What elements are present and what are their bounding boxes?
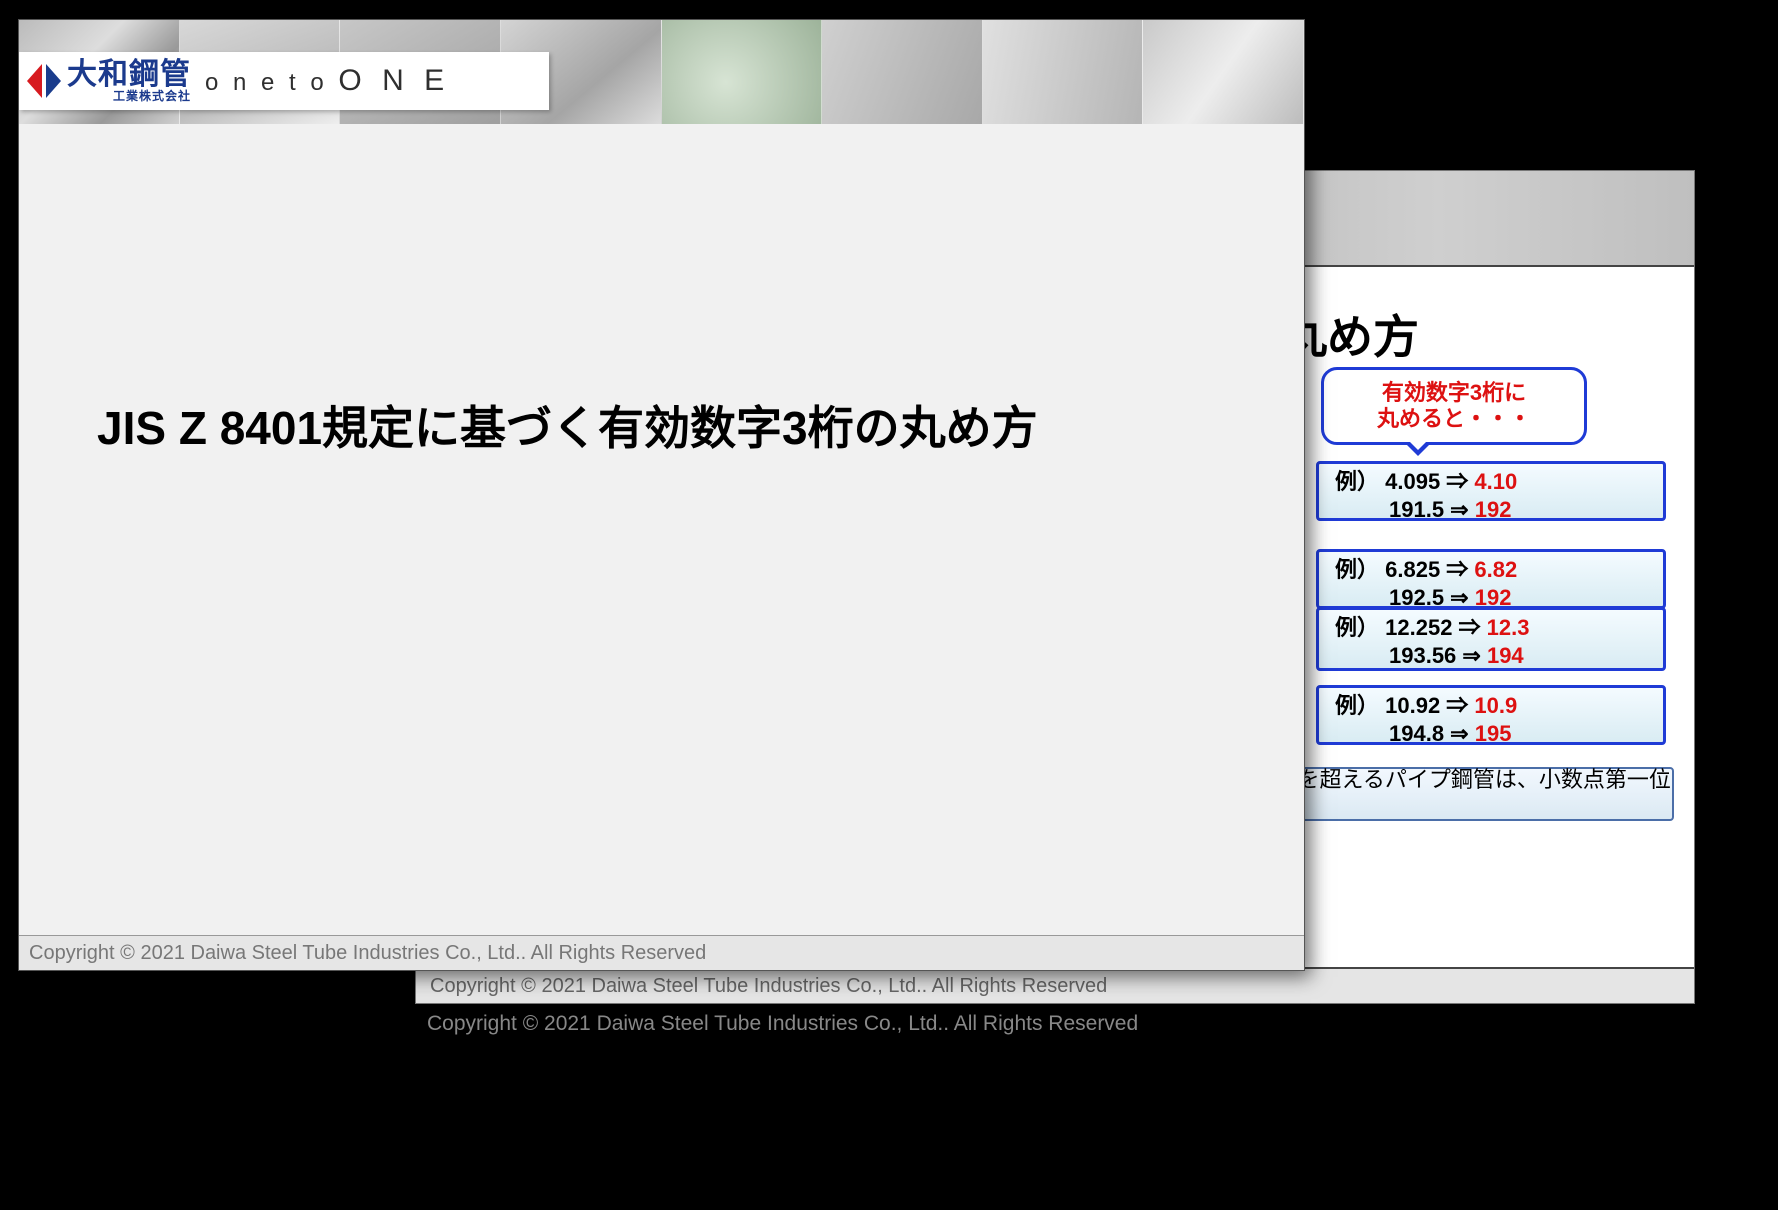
front-body: JIS Z 8401規定に基づく有効数字3桁の丸め方 xyxy=(19,124,1304,936)
company-name-jp: 大和鋼管 xyxy=(67,60,191,90)
bubble-line2: 丸めると・・・ xyxy=(1324,406,1584,432)
example-box-2: 例） 6.825 ⇒ 6.82 192.5 ⇒ 192 xyxy=(1316,549,1666,609)
example-label: 例） xyxy=(1335,615,1379,640)
example-result: 10.9 xyxy=(1474,693,1517,718)
back-copyright-bar: Copyright © 2021 Daiwa Steel Tube Indust… xyxy=(416,967,1694,1003)
tagline: o n e t o O N E xyxy=(205,64,450,98)
copyright-text: Copyright © 2021 Daiwa Steel Tube Indust… xyxy=(29,942,706,965)
header-photo xyxy=(662,20,823,124)
back-copyright-outer: Copyright © 2021 Daiwa Steel Tube Indust… xyxy=(427,1012,1138,1036)
example-result: 6.82 xyxy=(1474,557,1517,582)
example-input: 6.825 ⇒ xyxy=(1385,557,1474,582)
example-input: 10.92 ⇒ xyxy=(1385,693,1474,718)
company-logo-text: 大和鋼管 工業株式会社 xyxy=(67,60,191,102)
example-result: 194 xyxy=(1487,643,1524,668)
example-label: 例） xyxy=(1335,693,1379,718)
example-input: 192.5 ⇒ xyxy=(1389,585,1475,610)
example-label: 例） xyxy=(1335,557,1379,582)
example-box-3: 例） 12.252 ⇒ 12.3 193.56 ⇒ 194 xyxy=(1316,607,1666,671)
tagline-small: o n e t o xyxy=(205,69,328,96)
header-photo xyxy=(822,20,983,124)
example-result: 195 xyxy=(1475,721,1512,746)
example-input: 191.5 ⇒ xyxy=(1389,497,1475,522)
slide-front: 大和鋼管 工業株式会社 o n e t o O N E JIS Z 8401規定… xyxy=(18,19,1305,971)
example-input: 194.8 ⇒ xyxy=(1389,721,1475,746)
logo-bar: 大和鋼管 工業株式会社 o n e t o O N E xyxy=(19,52,549,110)
tagline-big: O N E xyxy=(338,64,450,97)
header-photo xyxy=(983,20,1144,124)
front-copyright-bar: Copyright © 2021 Daiwa Steel Tube Indust… xyxy=(19,935,1304,970)
copyright-text: Copyright © 2021 Daiwa Steel Tube Indust… xyxy=(430,975,1107,998)
example-result: 192 xyxy=(1475,585,1512,610)
example-input: 12.252 ⇒ xyxy=(1385,615,1487,640)
example-result: 192 xyxy=(1475,497,1512,522)
example-result: 12.3 xyxy=(1487,615,1530,640)
front-title: JIS Z 8401規定に基づく有効数字3桁の丸め方 xyxy=(97,392,1038,458)
rounding-bubble: 有効数字3桁に 丸めると・・・ xyxy=(1321,367,1587,445)
example-result: 4.10 xyxy=(1474,469,1517,494)
example-input: 4.095 ⇒ xyxy=(1385,469,1474,494)
company-logo-icon xyxy=(27,64,61,98)
example-box-4: 例） 10.92 ⇒ 10.9 194.8 ⇒ 195 xyxy=(1316,685,1666,745)
header-photo xyxy=(1143,20,1304,124)
bubble-line1: 有効数字3桁に xyxy=(1324,380,1584,406)
example-box-1: 例） 4.095 ⇒ 4.10 191.5 ⇒ 192 xyxy=(1316,461,1666,521)
example-label: 例） xyxy=(1335,469,1379,494)
company-name-sub: 工業株式会社 xyxy=(67,90,191,102)
example-input: 193.56 ⇒ xyxy=(1389,643,1487,668)
